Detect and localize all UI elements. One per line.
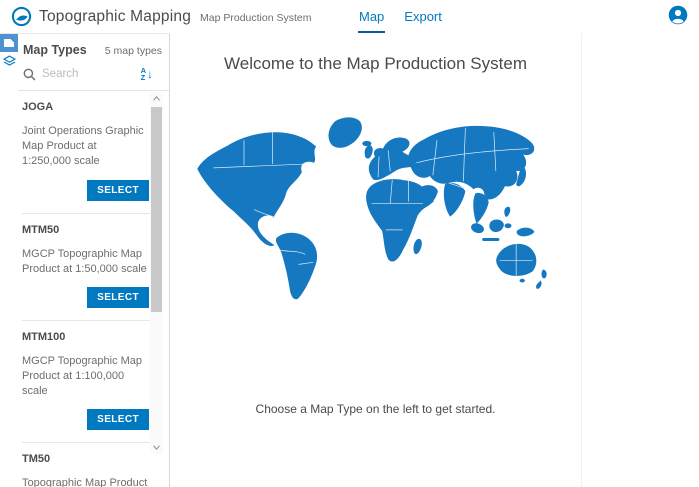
map-type-name: MTM100 bbox=[22, 331, 149, 343]
main-pane: Welcome to the Map Production System bbox=[170, 33, 699, 487]
list-scrollbar[interactable] bbox=[150, 92, 163, 454]
map-type-name: MTM50 bbox=[22, 224, 149, 236]
search-icon bbox=[23, 68, 36, 81]
tab-export[interactable]: Export bbox=[403, 0, 443, 33]
header-tabs: Map Export bbox=[358, 0, 443, 33]
select-button-mtm100[interactable]: SELECT bbox=[87, 409, 149, 430]
sort-a-z-icon[interactable]: A Z ↓ bbox=[141, 67, 162, 81]
map-type-list: JOGA Joint Operations Graphic Map Produc… bbox=[18, 91, 169, 487]
welcome-content: Welcome to the Map Production System bbox=[170, 33, 582, 487]
layers-icon bbox=[2, 54, 17, 69]
app-subtitle: Map Production System bbox=[200, 12, 311, 24]
search-row: A Z ↓ bbox=[18, 61, 169, 91]
map-icon bbox=[2, 36, 16, 50]
instruction-text: Choose a Map Type on the left to get sta… bbox=[256, 402, 496, 416]
map-type-item-tm50: TM50 Topographic Map Product at 1:50,000… bbox=[22, 442, 151, 487]
map-type-name: JOGA bbox=[22, 101, 149, 113]
map-type-description: Joint Operations Graphic Map Product at … bbox=[22, 124, 148, 170]
map-type-description: MGCP Topographic Map Product at 1:100,00… bbox=[22, 354, 148, 400]
app-header: Topographic Mapping Map Production Syste… bbox=[0, 0, 699, 33]
welcome-title: Welcome to the Map Production System bbox=[224, 54, 527, 74]
sidebar: Map Types 5 map types A Z ↓ bbox=[0, 33, 170, 487]
app-title: Topographic Mapping bbox=[39, 8, 191, 26]
app-logo-icon bbox=[11, 6, 32, 27]
user-account-icon[interactable] bbox=[668, 5, 688, 25]
scroll-up-button[interactable] bbox=[150, 92, 163, 105]
chevron-down-icon bbox=[153, 445, 160, 450]
select-button-joga[interactable]: SELECT bbox=[87, 180, 149, 201]
map-type-description: MGCP Topographic Map Product at 1:50,000… bbox=[22, 247, 148, 277]
map-type-item-joga: JOGA Joint Operations Graphic Map Produc… bbox=[22, 91, 151, 213]
tool-strip bbox=[0, 34, 18, 487]
app-brand: Topographic Mapping Map Production Syste… bbox=[0, 6, 311, 27]
map-tool-button[interactable] bbox=[0, 34, 18, 52]
map-type-description: Topographic Map Product at 1:50,000 scal… bbox=[22, 476, 148, 487]
app-body: Map Types 5 map types A Z ↓ bbox=[0, 33, 699, 487]
map-type-count: 5 map types bbox=[105, 45, 162, 57]
map-type-name: TM50 bbox=[22, 453, 149, 465]
map-types-panel: Map Types 5 map types A Z ↓ bbox=[18, 34, 170, 487]
search-input[interactable] bbox=[42, 68, 116, 80]
scrollbar-thumb[interactable] bbox=[151, 107, 162, 312]
panel-title: Map Types bbox=[23, 43, 87, 57]
layers-tool-button[interactable] bbox=[0, 52, 18, 70]
panel-header: Map Types 5 map types bbox=[18, 34, 169, 61]
chevron-up-icon bbox=[153, 96, 160, 101]
scroll-down-button[interactable] bbox=[150, 441, 163, 454]
tab-map[interactable]: Map bbox=[358, 0, 385, 33]
sort-letter-z: Z bbox=[141, 74, 146, 81]
sort-letters: A Z bbox=[141, 67, 146, 81]
sort-arrow-down: ↓ bbox=[147, 68, 153, 80]
map-type-item-mtm50: MTM50 MGCP Topographic Map Product at 1:… bbox=[22, 213, 151, 320]
map-type-item-mtm100: MTM100 MGCP Topographic Map Product at 1… bbox=[22, 320, 151, 443]
select-button-mtm50[interactable]: SELECT bbox=[87, 287, 149, 308]
world-map-image bbox=[183, 110, 569, 306]
